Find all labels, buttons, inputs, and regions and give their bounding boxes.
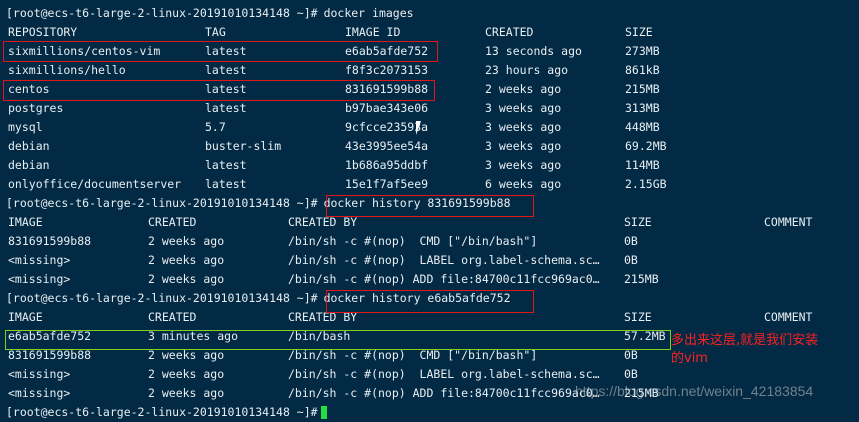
mouse-pointer-icon <box>416 121 421 135</box>
cell: 114MB <box>625 158 660 172</box>
cell: 448MB <box>625 120 660 134</box>
cell: 6 weeks ago <box>485 177 562 191</box>
column-header: COMMENT <box>764 215 813 229</box>
cell: 3 weeks ago <box>485 120 562 134</box>
history-row: 831691599b88 2 weeks ago/bin/sh -c #(nop)… <box>0 232 859 251</box>
cell: postgres <box>8 101 64 115</box>
cell: debian <box>8 139 50 153</box>
history-row: <missing> 2 weeks ago/bin/sh -c #(nop) LA… <box>0 365 859 384</box>
cell: 273MB <box>625 44 660 58</box>
cell: 2 weeks ago <box>148 367 225 381</box>
cell: latest <box>205 177 247 191</box>
cell: 3 weeks ago <box>485 139 562 153</box>
cell: 0B <box>624 253 638 267</box>
cell: 831691599b88 <box>8 234 92 248</box>
cell: 3 weeks ago <box>485 158 562 172</box>
cell: 215MB <box>625 82 660 96</box>
image-row: mysql 5.7 9cfcce23593a 3 weeks ago 448MB <box>0 118 859 137</box>
cell: latest <box>205 158 247 172</box>
cell: 861kB <box>625 63 660 77</box>
highlight-history-cmd-1 <box>326 195 534 217</box>
highlight-centos-row <box>3 80 435 101</box>
cell: buster-slim <box>205 139 282 153</box>
cell: /bin/sh -c #(nop) CMD ["/bin/bash"] <box>288 234 538 248</box>
cell: 69.2MB <box>625 139 667 153</box>
cell: f8f3c2073153 <box>345 63 429 77</box>
column-header: COMMENT <box>764 310 813 324</box>
cell: 3 weeks ago <box>485 101 562 115</box>
cell: 23 hours ago <box>485 63 569 77</box>
cell: <missing> <box>8 367 71 381</box>
command: docker images <box>323 6 414 20</box>
cell: 2 weeks ago <box>148 253 225 267</box>
prompt: [root@ecs-t6-large-2-linux-2019101013414… <box>6 291 318 305</box>
cell: 313MB <box>625 101 660 115</box>
cell: <missing> <box>8 386 71 400</box>
column-header: CREATED <box>148 215 197 229</box>
cell: 0B <box>624 234 638 248</box>
cell: 43e3995ee54a <box>345 139 429 153</box>
cell: 2 weeks ago <box>148 234 225 248</box>
highlight-new-layer <box>5 330 671 350</box>
cell: 2 weeks ago <box>148 386 225 400</box>
cell: /bin/sh -c #(nop) ADD file:84700c11fcc96… <box>288 272 600 286</box>
prompt-line: [root@ecs-t6-large-2-linux-2019101013414… <box>0 4 859 23</box>
column-header: REPOSITORY <box>8 25 78 39</box>
column-header: SIZE <box>625 25 653 39</box>
cell: 5.7 <box>205 120 226 134</box>
column-header: CREATED <box>148 310 197 324</box>
highlight-history-cmd-2 <box>326 290 534 313</box>
image-row: onlyoffice/documentserver latest 15e1f7af5… <box>0 175 859 194</box>
column-header: CREATED <box>485 25 534 39</box>
cell: 1b686a95ddbf <box>345 158 429 172</box>
history-row: <missing> 2 weeks ago/bin/sh -c #(nop) AD… <box>0 270 859 289</box>
cell: /bin/sh -c #(nop) LABEL org.label-schema… <box>288 253 600 267</box>
image-row: debian buster-slim 43e3995ee54a 3 weeks ago… <box>0 137 859 156</box>
cell: debian <box>8 158 50 172</box>
prompt: [root@ecs-t6-large-2-linux-2019101013414… <box>6 196 318 210</box>
column-header: TAG <box>205 25 226 39</box>
highlight-centos-vim-row <box>3 41 438 62</box>
column-header: SIZE <box>624 215 652 229</box>
cell: <missing> <box>8 253 71 267</box>
cell: mysql <box>8 120 43 134</box>
cell: /bin/sh -c #(nop) LABEL org.label-schema… <box>288 367 600 381</box>
cell: 2 weeks ago <box>148 272 225 286</box>
prompt: [root@ecs-t6-large-2-linux-2019101013414… <box>6 6 318 20</box>
cell: 0B <box>624 367 638 381</box>
image-row: debian latest 1b686a95ddbf 3 weeks ago 114MB <box>0 156 859 175</box>
cell: sixmillions/hello <box>8 63 126 77</box>
history-row: <missing> 2 weeks ago/bin/sh -c #(nop) LA… <box>0 251 859 270</box>
cell: latest <box>205 101 247 115</box>
cell: 215MB <box>624 272 659 286</box>
image-row: postgres latest b97bae343e06 3 weeks ago 313… <box>0 99 859 118</box>
cell: 2 weeks ago <box>485 82 562 96</box>
images-header: REPOSITORY TAG IMAGE ID CREATED SIZE <box>0 23 859 42</box>
cell: <missing> <box>8 272 71 286</box>
column-header: SIZE <box>624 310 652 324</box>
cell: b97bae343e06 <box>345 101 429 115</box>
cell: latest <box>205 63 247 77</box>
cell: 15e1f7af5ee9 <box>345 177 429 191</box>
annotation-line-2: 的vim <box>671 351 708 366</box>
prompt: [root@ecs-t6-large-2-linux-2019101013414… <box>6 405 318 419</box>
watermark: https://blog.csdn.net/weixin_42183854 <box>575 383 814 399</box>
cell: onlyoffice/documentserver <box>8 177 182 191</box>
column-header: IMAGE <box>8 310 43 324</box>
column-header: IMAGE ID <box>345 25 401 39</box>
cell: /bin/sh -c #(nop) ADD file:84700c11fcc96… <box>288 386 600 400</box>
cell: 2.15GB <box>625 177 667 191</box>
annotation-line-1: 多出来这层,就是我们安装 <box>671 333 819 348</box>
image-row: sixmillions/hello latest f8f3c2073153 23 ho… <box>0 61 859 80</box>
cell: 13 seconds ago <box>485 44 582 58</box>
column-header: IMAGE <box>8 215 43 229</box>
